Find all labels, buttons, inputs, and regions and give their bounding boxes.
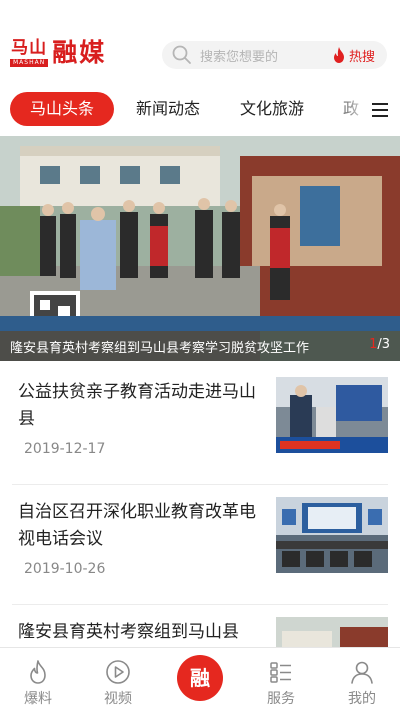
tabbar-label: 视频 [104,691,132,707]
rongmei-center-button[interactable]: 融 [177,655,223,701]
search-placeholder: 搜索您想要的 [200,49,279,65]
banner-caption-bar: 隆安县育英村考察组到马山县考察学习脱贫攻坚工作 1/3 [0,331,400,361]
news-thumbnail [276,377,388,453]
logo-subtext: MASHAN [10,59,49,67]
banner-caption: 隆安县育英村考察组到马山县考察学习脱贫攻坚工作 [10,341,310,356]
tab-fade [330,86,370,132]
logo-text-big: 融媒 [52,38,107,67]
news-item[interactable]: 公益扶贫亲子教育活动走进马山县 2019-12-17 [0,365,400,485]
grid-list-icon [270,662,291,683]
user-icon [351,661,373,684]
tab-culture-travel[interactable]: 文化旅游 [228,92,316,126]
flame-icon [30,660,46,684]
news-title: 自治区召开深化职业教育改革电视电话会议 [18,502,256,549]
news-title: 隆安县育英村考察组到马山县 [18,622,239,642]
banner-pager: 1/3 [369,337,390,352]
app-header: 马山 MASHAN 融媒 搜索您想要的 热搜 [0,0,400,86]
news-date: 2019-10-26 [24,561,106,577]
tab-headlines[interactable]: 马山头条 [10,92,114,126]
headline-banner[interactable]: 隆安县育英村考察组到马山县考察学习脱贫攻坚工作 1/3 [0,136,400,361]
search-icon [172,45,191,64]
search-bar[interactable]: 搜索您想要的 热搜 [162,41,387,69]
tabbar-item-video[interactable]: 视频 [83,648,153,711]
banner-photo [0,136,400,361]
news-title: 公益扶贫亲子教育活动走进马山县 [18,382,256,429]
tabbar-item-me[interactable]: 我的 [327,648,397,711]
tabbar-item-service[interactable]: 服务 [246,648,316,711]
tabbar-label: 爆料 [24,691,52,707]
tabbar-item-tips[interactable]: 爆料 [3,648,73,711]
news-thumbnail [276,497,388,573]
tabbar-label: 服务 [267,691,295,707]
hot-search-label: 热搜 [348,49,375,65]
tab-news[interactable]: 新闻动态 [124,92,212,126]
play-icon [106,660,130,684]
tabbar-label: 我的 [348,691,376,707]
app-logo: 马山 MASHAN 融媒 [10,38,106,70]
hamburger-icon [372,103,388,117]
menu-button[interactable] [366,96,394,124]
logo-text-small: 马山 [11,38,48,58]
news-date: 2019-12-17 [24,441,106,457]
flame-icon [333,47,344,63]
banner-page-total: /3 [377,337,390,352]
hot-search-button[interactable]: 热搜 [332,46,375,65]
news-item[interactable]: 自治区召开深化职业教育改革电视电话会议 2019-10-26 [0,485,400,605]
category-tabs: 马山头条 新闻动态 文化旅游 政 [0,86,400,132]
